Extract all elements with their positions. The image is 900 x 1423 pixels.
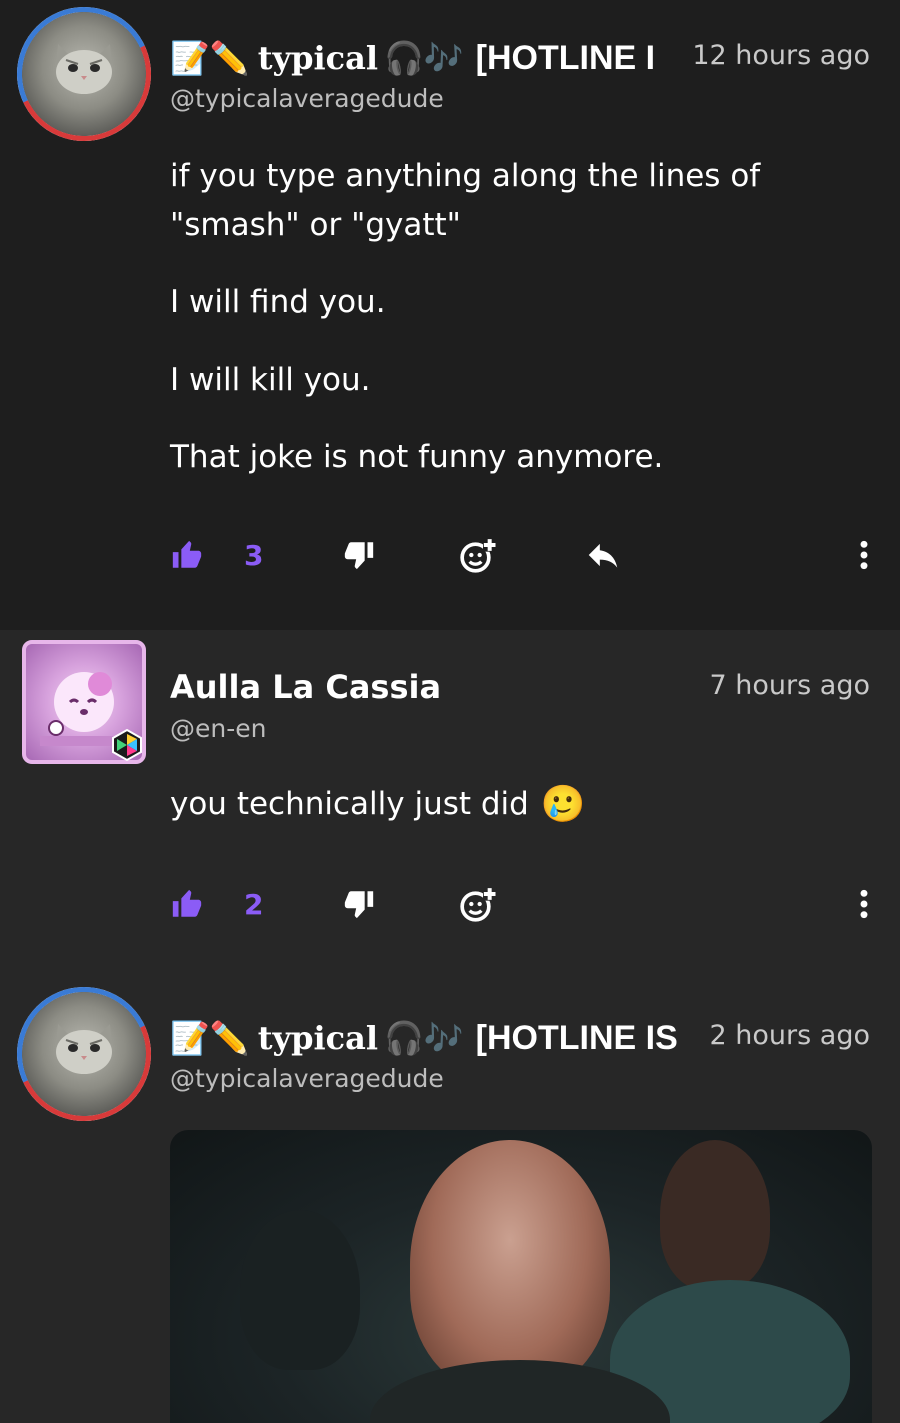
thumbs-down-icon <box>344 542 374 570</box>
avatar[interactable] <box>22 992 146 1116</box>
comment-actions: 3 <box>170 531 870 579</box>
more-vertical-icon <box>860 889 868 919</box>
headphones-music-emoji: 🎧🎶 <box>383 1019 464 1057</box>
author-handle[interactable]: @en-en <box>170 714 266 743</box>
like-button[interactable]: 2 <box>170 880 263 928</box>
like-button[interactable]: 3 <box>170 531 263 579</box>
add-reaction-button[interactable] <box>458 531 498 579</box>
attached-image[interactable] <box>170 1130 872 1423</box>
add-reaction-icon <box>460 538 497 573</box>
author-name-tail: [HOTLINE IS <box>475 1018 678 1057</box>
comment-actions: 2 <box>170 880 870 928</box>
like-count: 3 <box>244 538 264 572</box>
comment-text-row: you technically just did 🥲 <box>170 780 850 829</box>
reply-button[interactable] <box>584 531 622 579</box>
comment-1: 📝✏️ typical 🎧🎶 [HOTLINE I 12 hours ago @… <box>0 0 900 630</box>
comment-paragraph: I will kill you. <box>170 362 371 398</box>
avatar[interactable] <box>22 640 146 764</box>
badge-icon <box>112 728 142 762</box>
thumbs-up-icon <box>172 889 202 917</box>
thumbs-up-icon <box>172 540 202 568</box>
author-name[interactable]: Aulla La Cassia <box>170 668 441 706</box>
author-handle[interactable]: @typicalaveragedude <box>170 84 444 113</box>
comment-2: Aulla La Cassia 7 hours ago @en-en you t… <box>0 630 900 980</box>
comment-paragraph: I will find you. <box>170 284 386 320</box>
more-options-button[interactable] <box>858 531 870 579</box>
author-name[interactable]: 📝✏️ typical 🎧🎶 [HOTLINE I <box>170 36 672 80</box>
dislike-button[interactable] <box>342 880 376 928</box>
add-reaction-button[interactable] <box>458 880 498 928</box>
author-handle[interactable]: @typicalaveragedude <box>170 1064 444 1093</box>
comment-3: 📝✏️ typical 🎧🎶 [HOTLINE IS 2 hours ago @… <box>0 980 900 1423</box>
dislike-button[interactable] <box>342 531 376 579</box>
cat-avatar-image <box>56 1024 112 1074</box>
reply-icon <box>588 543 618 568</box>
author-name[interactable]: 📝✏️ typical 🎧🎶 [HOTLINE IS <box>170 1016 690 1060</box>
add-reaction-icon <box>460 887 497 922</box>
comment-paragraph: if you type anything along the lines of … <box>170 158 761 243</box>
headphones-music-emoji: 🎧🎶 <box>383 39 464 77</box>
man-crying-face <box>410 1140 610 1390</box>
timestamp: 12 hours ago <box>692 40 870 71</box>
author-name-tail: [HOTLINE I <box>475 38 656 77</box>
background-person <box>660 1140 770 1290</box>
timestamp: 2 hours ago <box>709 1020 870 1051</box>
like-count: 2 <box>244 887 264 921</box>
smiling-tear-emoji: 🥲 <box>540 784 586 825</box>
timestamp: 7 hours ago <box>709 670 870 701</box>
author-name-text: typical <box>257 39 378 77</box>
memo-pencil-emoji: 📝✏️ <box>170 1019 250 1057</box>
thumbs-down-icon <box>344 891 374 919</box>
comment-text: you technically just did <box>170 786 529 822</box>
avatar[interactable] <box>22 12 146 136</box>
author-name-text: typical <box>257 1019 378 1057</box>
more-options-button[interactable] <box>858 880 870 928</box>
background-person <box>240 1210 360 1370</box>
cat-avatar-image <box>56 44 112 94</box>
comment-paragraph: That joke is not funny anymore. <box>170 439 664 475</box>
more-vertical-icon <box>860 540 868 570</box>
memo-pencil-emoji: 📝✏️ <box>170 39 250 77</box>
